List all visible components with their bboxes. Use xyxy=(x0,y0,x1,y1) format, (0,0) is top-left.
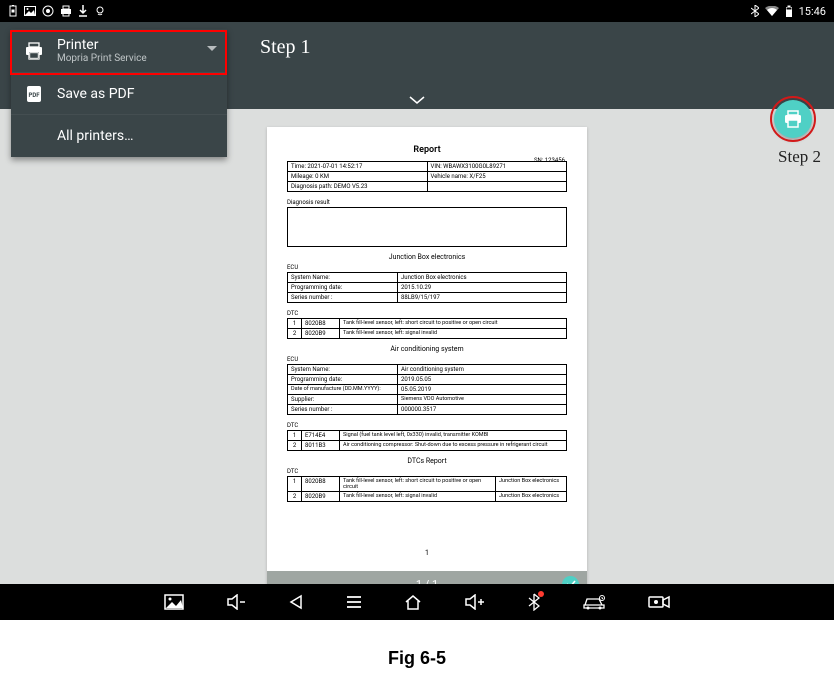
download-status-icon xyxy=(78,5,88,17)
ecu-sys-v: Junction Box electronics xyxy=(398,273,566,282)
printer-icon xyxy=(23,40,45,62)
dtc-label-1: DTC xyxy=(287,309,567,318)
dtcr-n: 1 xyxy=(288,477,302,491)
ecu-prog-k: Programming date: xyxy=(288,283,398,292)
nav-volume-down-button[interactable] xyxy=(226,594,246,610)
dropdown-save-pdf-label: Save as PDF xyxy=(57,86,135,102)
dtcr-d: Tank fill-level sensor, left: signal inv… xyxy=(340,492,496,501)
nav-menu-button[interactable] xyxy=(346,595,362,609)
dtc-c: E714E4 xyxy=(302,431,340,440)
dtc-c: 8020B9 xyxy=(302,329,340,338)
chevron-down-icon xyxy=(408,95,426,105)
dtc-n: 2 xyxy=(288,441,302,450)
dropdown-caret-icon xyxy=(207,37,217,56)
step-1-label: Step 1 xyxy=(260,36,311,59)
notification-dot-icon xyxy=(538,591,544,597)
nav-bluetooth-button[interactable] xyxy=(528,593,540,611)
ac-ser-v: 000000.3517 xyxy=(398,405,566,414)
print-fab-button[interactable] xyxy=(774,100,812,138)
ac-sys-k: System Name: xyxy=(288,365,398,374)
dropdown-printer-subtitle: Mopria Print Service xyxy=(57,53,147,64)
figure-caption: Fig 6-5 xyxy=(0,620,834,689)
nav-home-button[interactable] xyxy=(404,594,422,610)
wifi-status-icon xyxy=(765,6,779,16)
step-2-label: Step 2 xyxy=(778,147,821,167)
dtc-d: Air conditioning compressor: Shut-down d… xyxy=(340,441,566,450)
link-status-icon xyxy=(94,5,106,17)
system-nav-bar xyxy=(0,584,834,620)
ecu-sys-k: System Name: xyxy=(288,273,398,282)
dropdown-item-printer[interactable]: Printer Mopria Print Service xyxy=(11,29,227,73)
ac-sys-v: Air conditioning system xyxy=(398,365,566,374)
target-status-icon xyxy=(42,5,54,17)
nav-back-button[interactable] xyxy=(288,594,304,610)
ac-ser-k: Series number : xyxy=(288,405,398,414)
dtc-label-3: DTC xyxy=(287,467,567,476)
dtc-c: 8020B8 xyxy=(302,319,340,328)
print-icon xyxy=(783,110,803,128)
section-dtcr: DTCs Report xyxy=(287,457,567,465)
report-sn: SN: 123456 xyxy=(534,157,565,164)
info-empty xyxy=(428,182,567,191)
dtcr-n: 2 xyxy=(288,492,302,501)
nav-screenshot-button[interactable] xyxy=(164,594,184,610)
image-status-icon xyxy=(24,6,36,16)
report-page-content: Report SN: 123456 Time: 2021-07-01 14:52… xyxy=(267,127,587,597)
battery-portrait-icon xyxy=(8,5,18,17)
dtcr-c: 8020B8 xyxy=(302,477,340,491)
dtcr-e: Junction Box electronics xyxy=(496,492,566,501)
ac-prog-k: Programming date: xyxy=(288,375,398,384)
dropdown-printer-title: Printer xyxy=(57,37,147,53)
dtc-d: Tank fill-level sensor, left: short circ… xyxy=(340,319,566,328)
dtc-label-2: DTC xyxy=(287,421,567,430)
section-jbe: Junction Box electronics xyxy=(287,253,567,261)
dtcr-d: Tank fill-level sensor, left: short circ… xyxy=(340,477,496,491)
dropdown-item-all-printers[interactable]: All printers… xyxy=(11,115,227,157)
dtc-d: Signal (fuel tank level left, 0x330) inv… xyxy=(340,431,566,440)
ecu-ser-k: Series number : xyxy=(288,293,398,302)
ac-sup-v: Siemens VDO Automotive xyxy=(398,395,566,404)
diag-result-label: Diagnosis result xyxy=(287,198,567,207)
status-bar: 15:46 xyxy=(0,0,834,22)
info-diag-path: Diagnosis path: DEMO V5.23 xyxy=(288,182,428,191)
device-screenshot: 15:46 Step 1 er Printer Mopria Print Ser… xyxy=(0,0,834,620)
svg-text:PDF: PDF xyxy=(28,92,40,99)
ac-prog-v: 2019.05.05 xyxy=(398,375,566,384)
dtc-n: 1 xyxy=(288,319,302,328)
ecu-prog-v: 2015.10.29 xyxy=(398,283,566,292)
section-ac: Air conditioning system xyxy=(287,345,567,353)
print-status-icon xyxy=(60,5,72,17)
dtcr-c: 8020B9 xyxy=(302,492,340,501)
dtc-c: 8011B3 xyxy=(302,441,340,450)
dropdown-item-save-pdf[interactable]: PDF Save as PDF xyxy=(11,73,227,115)
dtc-d: Tank fill-level sensor, left: signal inv… xyxy=(340,329,566,338)
ac-dom-k: Date of manufacture (DD.MM.YYYY): xyxy=(288,385,398,394)
dtcr-e: Junction Box electronics xyxy=(496,477,566,491)
ecu-ser-v: 88LB9/15/197 xyxy=(398,293,566,302)
ecu-label-2: ECU xyxy=(287,355,567,364)
nav-vehicle-button[interactable] xyxy=(582,594,606,610)
ac-sup-k: Supplier: xyxy=(288,395,398,404)
ecu-label-1: ECU xyxy=(287,263,567,272)
ac-dom-v: 05.05.2019 xyxy=(398,385,566,394)
report-title: Report xyxy=(287,145,567,155)
dropdown-all-printers-label: All printers… xyxy=(57,128,134,144)
dtc-n: 2 xyxy=(288,329,302,338)
print-preview-page[interactable]: Report SN: 123456 Time: 2021-07-01 14:52… xyxy=(267,127,587,597)
nav-volume-up-button[interactable] xyxy=(464,594,486,610)
page-number: 1 xyxy=(267,549,587,557)
info-time: Time: 2021-07-01 14:52:17 xyxy=(288,162,428,171)
printer-dropdown-menu: Printer Mopria Print Service PDF Save as… xyxy=(11,29,227,157)
nav-record-button[interactable] xyxy=(648,595,670,609)
clock: 15:46 xyxy=(799,5,826,18)
info-mileage: Mileage: 0 KM xyxy=(288,172,428,181)
battery-status-icon xyxy=(785,5,793,17)
dtc-n: 1 xyxy=(288,431,302,440)
pdf-icon: PDF xyxy=(23,83,45,105)
diag-result-box xyxy=(287,207,567,247)
info-vehicle: Vehicle name: X/F25 xyxy=(428,172,567,181)
bluetooth-status-icon xyxy=(751,5,759,17)
